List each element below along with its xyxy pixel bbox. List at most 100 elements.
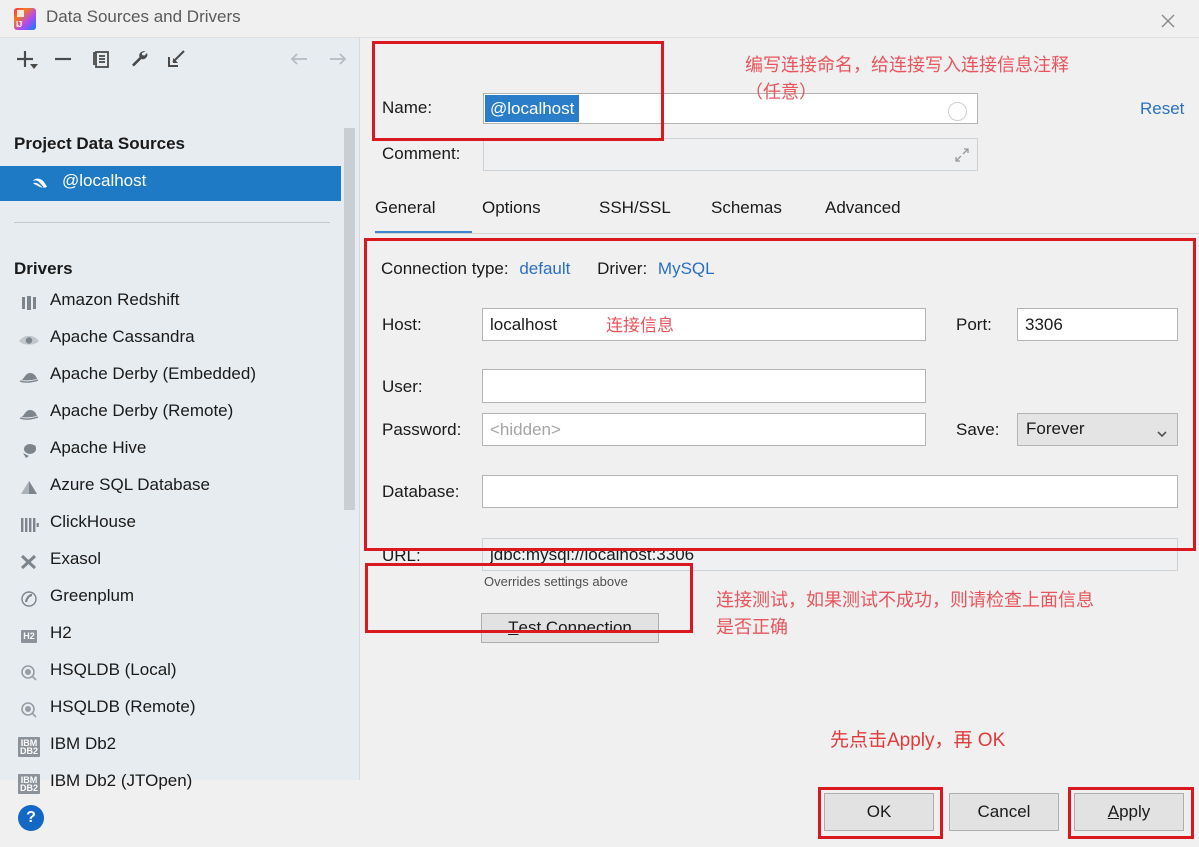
minus-icon[interactable] [50,46,76,72]
user-field-label: User: [382,377,423,396]
help-button[interactable]: ? [18,805,44,831]
ok-button[interactable]: OK [824,793,934,831]
h2-glyph: H2 [21,629,37,643]
url-field-label: URL: [382,546,421,565]
refresh-circle-icon[interactable] [948,102,967,121]
drivers-list: Amazon Redshift Apache Cassandra Apache … [0,284,341,794]
password-field-label: Password: [382,420,462,439]
arrow-right-icon[interactable] [325,46,351,72]
tab-advanced[interactable]: Advanced [825,198,901,218]
tab-bar: General Options SSH/SSL Schemas Advanced [375,198,1199,234]
connection-type-value[interactable]: default [519,259,570,278]
tab-schemas[interactable]: Schemas [711,198,782,218]
title-bar: Data Sources and Drivers [0,0,1199,38]
ibm-db2-icon: IBM DB2 [18,736,41,758]
chevron-down-icon [1156,425,1168,438]
driver-label: Apache Derby (Remote) [50,401,234,420]
driver-item-apache-cassandra[interactable]: Apache Cassandra [0,321,341,358]
sidebar-divider [14,222,330,223]
driver-label: Apache Hive [50,438,147,457]
greenplum-icon [18,588,40,610]
hive-bee-icon [18,440,40,462]
expand-icon[interactable] [953,146,971,164]
wrench-icon[interactable] [126,46,152,72]
driver-label: Azure SQL Database [50,475,211,494]
driver-item-azure-sql-database[interactable]: Azure SQL Database [0,469,341,506]
redshift-icon [18,292,40,314]
hsqldb-icon [18,662,40,684]
password-input[interactable] [482,413,926,446]
arrow-left-icon[interactable] [287,46,313,72]
driver-label: Exasol [50,549,102,568]
test-connection-button[interactable]: Test Connection [481,613,659,643]
driver-item-apache-derby-remote[interactable]: Apache Derby (Remote) [0,395,341,432]
sidebar-item-localhost[interactable]: @localhost [0,166,341,201]
url-input[interactable] [482,538,1178,571]
driver-item-hsqldb-local[interactable]: HSQLDB (Local) [0,654,341,691]
driver-item-ibm-db2[interactable]: IBM DB2 IBM Db2 [0,728,341,765]
driver-item-greenplum[interactable]: Greenplum [0,580,341,617]
tab-baseline [375,233,1199,234]
project-data-sources-heading: Project Data Sources [14,134,186,153]
driver-item-apache-hive[interactable]: Apache Hive [0,432,341,469]
ok-button-label: OK [866,802,892,821]
derby-hat-icon [18,403,40,425]
test-connection-mnemonic: T [508,618,519,637]
connection-type-row: Connection type: default Driver: MySQL [381,259,715,279]
driver-item-ibm-db2-jtopen[interactable]: IBM DB2 IBM Db2 (JTOpen) [0,765,341,802]
driver-label: ClickHouse [50,512,136,531]
data-sources-and-drivers-dialog: Data Sources and Drivers [0,0,1199,847]
sidebar-item-label: @localhost [62,171,147,190]
tab-general[interactable]: General [375,198,435,218]
driver-label: HSQLDB (Remote) [50,697,196,716]
tab-options[interactable]: Options [482,198,541,218]
driver-label: HSQLDB (Local) [50,660,177,679]
reset-link[interactable]: Reset [1140,99,1184,119]
apply-button-mnemonic: A [1107,802,1120,821]
detail-panel: Name: @localhost Comment: Reset General … [361,38,1199,780]
port-input[interactable] [1017,308,1178,341]
name-field-label: Name: [382,98,433,117]
driver-item-exasol[interactable]: Exasol [0,543,341,580]
driver-label: H2 [50,623,72,642]
driver-item-amazon-redshift[interactable]: Amazon Redshift [0,284,341,321]
name-input[interactable] [483,93,978,124]
import-arrow-icon[interactable] [164,46,190,72]
driver-label: Apache Cassandra [50,327,195,346]
help-question-icon: ? [18,805,44,831]
save-dropdown[interactable]: Forever [1017,413,1178,446]
sidebar-scrollbar-thumb[interactable] [344,128,355,510]
sidebar: Project Data Sources @localhost Drivers … [0,38,360,794]
h2-icon: H2 [18,625,40,647]
driver-label: Driver: [597,259,648,278]
close-icon[interactable] [1155,8,1181,34]
driver-label: Greenplum [50,586,135,605]
driver-value[interactable]: MySQL [658,259,715,278]
comment-input[interactable] [483,138,978,171]
driver-item-h2[interactable]: H2 H2 [0,617,341,654]
plus-dropdown-caret-icon[interactable] [30,64,38,69]
cancel-button[interactable]: Cancel [949,793,1059,831]
driver-item-clickhouse[interactable]: ClickHouse [0,506,341,543]
database-input[interactable] [482,475,1178,508]
host-field-label: Host: [382,315,422,334]
host-input[interactable] [482,308,926,341]
mysql-dolphin-icon [31,174,51,194]
apply-button-label: pply [1119,802,1151,821]
copy-icon[interactable] [88,46,114,72]
cancel-button-label: Cancel [977,802,1031,821]
test-connection-label: est Connection [518,618,632,637]
connection-type-label: Connection type: [381,259,509,278]
driver-label: Amazon Redshift [50,290,180,309]
driver-label: IBM Db2 [50,734,117,753]
tab-ssh-ssl[interactable]: SSH/SSL [599,198,671,218]
sidebar-toolbar [0,38,360,80]
apply-button[interactable]: Apply [1074,793,1184,831]
window-title: Data Sources and Drivers [46,7,241,26]
clickhouse-icon [18,514,40,536]
cassandra-eye-icon [18,329,40,351]
user-input[interactable] [482,369,926,403]
driver-item-hsqldb-remote[interactable]: HSQLDB (Remote) [0,691,341,728]
driver-item-apache-derby-embedded[interactable]: Apache Derby (Embedded) [0,358,341,395]
intellij-logo-icon [14,8,36,30]
